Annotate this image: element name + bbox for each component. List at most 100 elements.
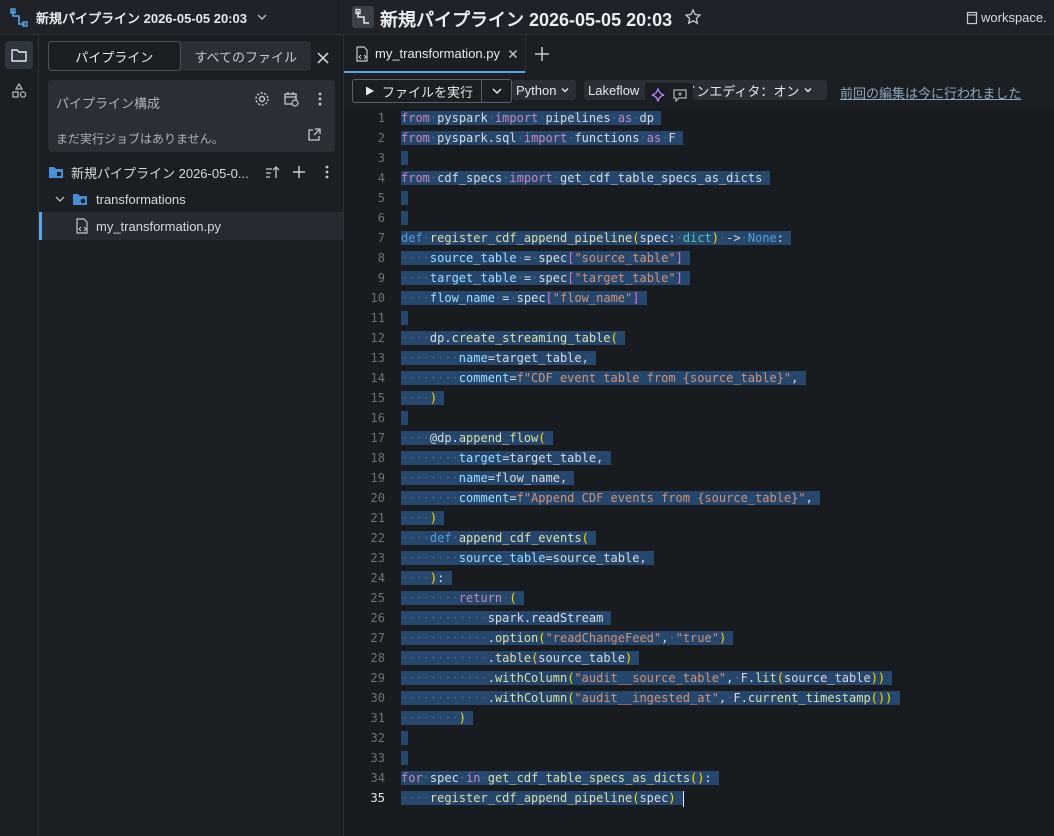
- editor-title-bar: 新規パイプライン 2026-05-05 20:03 workspace.: [344, 0, 1054, 35]
- star-icon[interactable]: [684, 8, 702, 26]
- run-file-button[interactable]: ファイルを実行: [352, 79, 512, 103]
- chevron-down-icon[interactable]: [54, 193, 66, 205]
- tree-item-my-transformation[interactable]: my_transformation.py: [39, 212, 343, 240]
- code-line[interactable]: ····def·append_cdf_events(: [401, 528, 597, 548]
- line-number: 14: [370, 371, 385, 385]
- code-line[interactable]: ············.withColumn("audit__source_t…: [401, 668, 893, 688]
- line-number: 2: [377, 131, 385, 145]
- tree-item-transformations[interactable]: transformations: [39, 185, 343, 213]
- tab-pipeline[interactable]: パイプライン: [48, 41, 181, 71]
- sparkle-icon[interactable]: [650, 87, 666, 103]
- line-number: 5: [377, 191, 385, 205]
- chevron-down-icon: [560, 85, 570, 95]
- code-line[interactable]: ········target=target_table,: [401, 448, 611, 468]
- tree-item-label: my_transformation.py: [96, 218, 221, 234]
- code-line[interactable]: ············.option("readChangeFeed",·"t…: [401, 628, 734, 648]
- folder-icon[interactable]: [5, 41, 33, 69]
- code-line[interactable]: ····dp.create_streaming_table(: [401, 328, 626, 348]
- line-number: 18: [370, 451, 385, 465]
- line-number: 3: [377, 151, 385, 165]
- code-line[interactable]: ········comment=f"Append CDF events from…: [401, 488, 821, 508]
- line-number: 35: [370, 791, 385, 805]
- code-line[interactable]: def·register_cdf_append_pipeline(spec:·d…: [401, 228, 792, 248]
- pipeline-icon: [9, 7, 29, 27]
- comment-icon[interactable]: [672, 87, 688, 103]
- sort-icon[interactable]: [263, 163, 281, 181]
- tab-label: my_transformation.py: [375, 46, 500, 61]
- code-line[interactable]: for·spec·in·get_cdf_table_specs_as_dicts…: [401, 768, 719, 788]
- code-line[interactable]: ············spark.readStream: [401, 608, 611, 628]
- code-line[interactable]: ············.withColumn("audit__ingested…: [401, 688, 900, 708]
- close-icon[interactable]: [314, 49, 332, 67]
- code-line[interactable]: ​: [401, 188, 409, 208]
- page-title[interactable]: 新規パイプライン 2026-05-05 20:03: [380, 6, 672, 32]
- line-number: 30: [370, 691, 385, 705]
- gear-icon[interactable]: [253, 90, 271, 108]
- close-icon[interactable]: [507, 48, 519, 60]
- code-line[interactable]: ​: [401, 148, 409, 168]
- code-line[interactable]: ····): [401, 508, 445, 528]
- play-icon: [365, 86, 375, 96]
- workspace-breadcrumb[interactable]: workspace.: [981, 10, 1047, 25]
- code-line[interactable]: ​: [401, 308, 409, 328]
- code-line[interactable]: ········comment=f"CDF event table from {…: [401, 368, 806, 388]
- kebab-menu-icon[interactable]: [318, 163, 336, 181]
- line-number: 27: [370, 631, 385, 645]
- code-editor[interactable]: 1 from·pyspark·import·pipelines·as·dp 2 fr…: [344, 108, 1054, 836]
- tree-item-pipeline-root[interactable]: 新規パイプライン 2026-05-0...: [39, 158, 343, 186]
- code-line[interactable]: ····): [401, 388, 445, 408]
- pipeline-config-panel: パイプライン構成 まだ実行ジョブはありません。: [48, 80, 335, 152]
- sidebar-tabs: パイプライン すべてのファイル: [48, 41, 311, 71]
- code-line[interactable]: from·pyspark.sql·import·functions·as·F: [401, 128, 683, 148]
- line-number: 33: [370, 751, 385, 765]
- code-line[interactable]: ········): [401, 708, 474, 728]
- editor-mode-select[interactable]: Lakeflow インエディタ：オン: [584, 80, 827, 100]
- line-number: 32: [370, 731, 385, 745]
- code-line[interactable]: ​: [401, 408, 409, 428]
- code-line[interactable]: ········name=target_table,: [401, 348, 597, 368]
- line-number: 16: [370, 411, 385, 425]
- chevron-down-icon: [491, 85, 503, 97]
- external-link-icon[interactable]: [305, 126, 323, 144]
- pipeline-icon[interactable]: [352, 6, 374, 28]
- line-number: 19: [370, 471, 385, 485]
- code-line[interactable]: ····):: [401, 568, 452, 588]
- code-line[interactable]: ····target_table·=·spec["target_table"]: [401, 268, 691, 288]
- code-line[interactable]: ​: [401, 748, 409, 768]
- kebab-menu-icon[interactable]: [311, 90, 329, 108]
- code-line[interactable]: ············.table(source_table): [401, 648, 640, 668]
- line-number: 20: [370, 491, 385, 505]
- code-line[interactable]: ····flow_name·=·spec["flow_name"]: [401, 288, 647, 308]
- last-edit-link[interactable]: 前回の編集は今に行われました: [840, 83, 1021, 102]
- ai-assistant-popover: [645, 83, 693, 107]
- code-line[interactable]: ········return·(: [401, 588, 524, 608]
- code-line[interactable]: ​: [401, 208, 409, 228]
- pipeline-header: 新規パイプライン 2026-05-05 20:03: [0, 0, 343, 35]
- code-line[interactable]: ····@dp.append_flow(: [401, 428, 553, 448]
- add-tab-icon[interactable]: [533, 45, 551, 63]
- code-line[interactable]: ····source_table·=·spec["source_table"]: [401, 248, 691, 268]
- code-line[interactable]: from·cdf_specs·import·get_cdf_table_spec…: [401, 168, 770, 188]
- line-number: 8: [377, 251, 385, 265]
- line-number: 9: [377, 271, 385, 285]
- line-number: 21: [370, 511, 385, 525]
- code-line[interactable]: from·pyspark·import·pipelines·as·dp: [401, 108, 662, 128]
- code-line[interactable]: ········source_table=source_table,: [401, 548, 654, 568]
- tab-all-files[interactable]: すべてのファイル: [181, 41, 312, 71]
- code-line[interactable]: ····register_cdf_append_pipeline(spec): [401, 788, 684, 808]
- pipeline-title[interactable]: 新規パイプライン 2026-05-05 20:03: [36, 8, 247, 27]
- language-select[interactable]: Python: [512, 80, 576, 100]
- add-icon[interactable]: [290, 163, 308, 181]
- tab-my-transformation[interactable]: my_transformation.py: [344, 35, 526, 73]
- line-number: 24: [370, 571, 385, 585]
- code-line[interactable]: ········name=flow_name,: [401, 468, 575, 488]
- run-options-dropdown[interactable]: [482, 80, 511, 102]
- line-number: 29: [370, 671, 385, 685]
- schedule-icon[interactable]: [282, 90, 300, 108]
- shapes-icon[interactable]: [5, 77, 33, 105]
- code-line[interactable]: ​: [401, 728, 409, 748]
- config-title: パイプライン構成: [56, 96, 161, 111]
- language-label: Python: [516, 82, 557, 98]
- run-file-main[interactable]: ファイルを実行: [353, 80, 482, 102]
- chevron-down-icon[interactable]: [255, 10, 269, 24]
